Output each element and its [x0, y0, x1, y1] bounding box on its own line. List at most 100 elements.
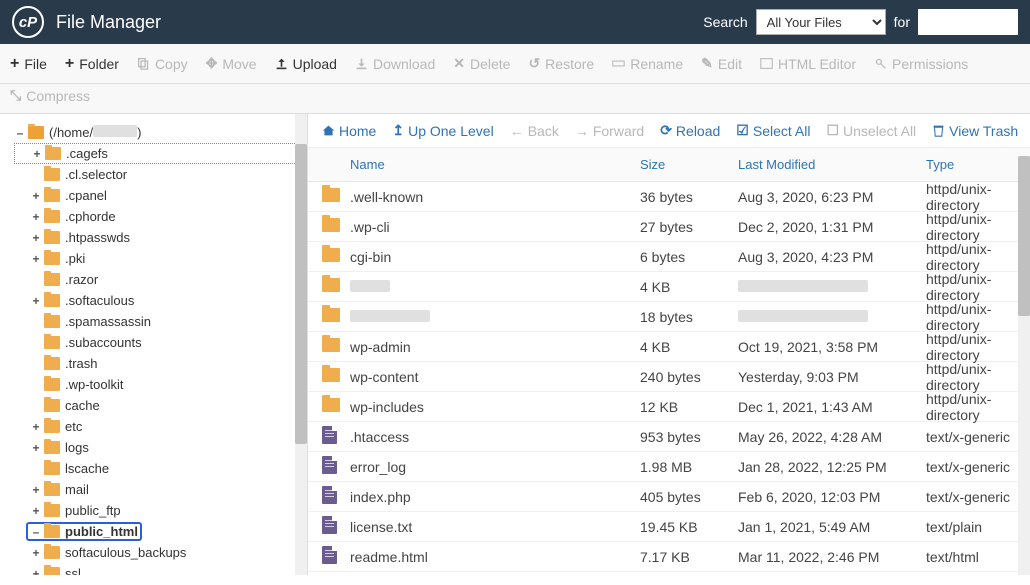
table-row[interactable]: readme.html7.17 KBMar 11, 2022, 2:46 PMt…	[308, 542, 1030, 572]
table-row[interactable]: .well-known36 bytesAug 3, 2020, 6:23 PMh…	[308, 182, 1030, 212]
cell-modified	[738, 309, 926, 325]
unselect-all-button[interactable]: ☐Unselect All	[826, 122, 916, 139]
tree-toggle-icon[interactable]: +	[30, 441, 42, 455]
tree-node-trash[interactable]: .trash	[14, 353, 303, 374]
tree-node-lscache[interactable]: lscache	[14, 458, 303, 479]
cell-size: 7.17 KB	[640, 549, 738, 565]
action-bar: Home ↥Up One Level ←Back →Forward ⟳Reloa…	[308, 114, 1030, 148]
new-file-button[interactable]: +File	[10, 55, 47, 73]
cell-type: httpd/unix-directory	[926, 271, 1030, 303]
tree-node-wptoolkit[interactable]: .wp-toolkit	[14, 374, 303, 395]
table-row[interactable]: wp-activate.php7 KBJan 21, 2021, 7:07 AM…	[308, 572, 1030, 575]
download-button[interactable]: Download	[355, 56, 435, 72]
cell-size: 1.98 MB	[640, 459, 738, 475]
tree-toggle-icon[interactable]: –	[30, 525, 42, 539]
tree-toggle-icon[interactable]: +	[30, 189, 42, 203]
home-button[interactable]: Home	[322, 123, 376, 139]
header-modified[interactable]: Last Modified	[738, 157, 926, 172]
html-editor-button[interactable]: HTML Editor	[760, 56, 856, 72]
tree-node-softaculous[interactable]: +.softaculous	[14, 290, 303, 311]
table-row[interactable]: license.txt19.45 KBJan 1, 2021, 5:49 AMt…	[308, 512, 1030, 542]
tree-node-publicftp[interactable]: +public_ftp	[14, 500, 303, 521]
cell-size: 19.45 KB	[640, 519, 738, 535]
folder-icon	[44, 336, 60, 349]
reload-button[interactable]: ⟳Reload	[660, 122, 720, 139]
restore-button[interactable]: ↺Restore	[528, 55, 594, 72]
tree-toggle-icon[interactable]: +	[30, 483, 42, 497]
tree-label: etc	[65, 419, 82, 434]
copy-button[interactable]: Copy	[137, 56, 188, 72]
tree-node-subaccounts[interactable]: .subaccounts	[14, 332, 303, 353]
tree-toggle-icon[interactable]: +	[30, 420, 42, 434]
tree-toggle-icon[interactable]: +	[30, 231, 42, 245]
search-for-label: for	[894, 14, 910, 30]
header-name[interactable]: Name	[350, 157, 640, 172]
table-row[interactable]: error_log1.98 MBJan 28, 2022, 12:25 PMte…	[308, 452, 1030, 482]
permissions-button[interactable]: Permissions	[874, 56, 968, 72]
cell-name: wp-admin	[350, 339, 640, 355]
table-row[interactable]: 18 byteshttpd/unix-directory	[308, 302, 1030, 332]
table-row[interactable]: wp-includes12 KBDec 1, 2021, 1:43 AMhttp…	[308, 392, 1030, 422]
table-row[interactable]: index.php405 bytesFeb 6, 2020, 12:03 PMt…	[308, 482, 1030, 512]
tree-node-clselector[interactable]: .cl.selector	[14, 164, 303, 185]
tree-node-cagefs[interactable]: + .cagefs	[14, 143, 303, 164]
tree-toggle-icon[interactable]: +	[30, 504, 42, 518]
back-button[interactable]: ←Back	[510, 123, 559, 139]
tree-label: .cagefs	[66, 146, 108, 161]
upload-button[interactable]: Upload	[275, 56, 337, 72]
tree-root[interactable]: – (/home/)	[14, 122, 303, 143]
up-one-level-button[interactable]: ↥Up One Level	[392, 122, 493, 139]
search-input[interactable]	[918, 9, 1018, 35]
table-row[interactable]: .wp-cli27 bytesDec 2, 2020, 1:31 PMhttpd…	[308, 212, 1030, 242]
tree-node-razor[interactable]: .razor	[14, 269, 303, 290]
tree-node-publichtml[interactable]: –public_html	[14, 521, 303, 542]
main-toolbar-row2: ⤡Compress	[0, 84, 1030, 114]
tree-node-cphorde[interactable]: +.cphorde	[14, 206, 303, 227]
folder-icon	[44, 168, 60, 181]
table-row[interactable]: wp-admin4 KBOct 19, 2021, 3:58 PMhttpd/u…	[308, 332, 1030, 362]
compress-button[interactable]: ⤡Compress	[10, 87, 90, 104]
header-size[interactable]: Size	[640, 157, 738, 172]
view-trash-button[interactable]: View Trash	[932, 123, 1018, 139]
file-icon	[322, 546, 337, 564]
tree-toggle-icon[interactable]: +	[30, 294, 42, 308]
tree-node-pki[interactable]: +.pki	[14, 248, 303, 269]
table-row[interactable]: 4 KBhttpd/unix-directory	[308, 272, 1030, 302]
delete-button[interactable]: ✕Delete	[453, 55, 510, 72]
rename-button[interactable]: Rename	[612, 56, 683, 72]
edit-button[interactable]: ✎Edit	[701, 55, 742, 72]
tree-scrollbar[interactable]	[295, 114, 307, 575]
tree-toggle-icon[interactable]: +	[30, 546, 42, 560]
cell-name: cgi-bin	[350, 249, 640, 265]
header-type[interactable]: Type	[926, 157, 1030, 172]
tree-toggle-icon[interactable]: +	[31, 147, 43, 161]
table-row[interactable]: .htaccess953 bytesMay 26, 2022, 4:28 AMt…	[308, 422, 1030, 452]
folder-icon	[28, 126, 44, 139]
file-icon	[322, 516, 337, 534]
main-toolbar: +File +Folder Copy ✥Move Upload Download…	[0, 44, 1030, 84]
tree-node-logs[interactable]: +logs	[14, 437, 303, 458]
filelist-scrollbar[interactable]	[1018, 156, 1030, 575]
forward-button[interactable]: →Forward	[575, 123, 644, 139]
search-scope-select[interactable]: All Your Files	[756, 9, 886, 35]
tree-node-cache[interactable]: cache	[14, 395, 303, 416]
tree-node-ssl[interactable]: +ssl	[14, 563, 303, 575]
tree-node-htpasswds[interactable]: +.htpasswds	[14, 227, 303, 248]
tree-toggle-icon[interactable]: +	[30, 210, 42, 224]
tree-label: mail	[65, 482, 89, 497]
move-button[interactable]: ✥Move	[206, 55, 257, 72]
tree-toggle-icon[interactable]: +	[30, 252, 42, 266]
folder-tree-panel: – (/home/) +.cagefs.cl.selector+.cpanel+…	[0, 114, 308, 575]
cell-size: 12 KB	[640, 399, 738, 415]
tree-node-softaculousbackups[interactable]: +softaculous_backups	[14, 542, 303, 563]
tree-node-spamassassin[interactable]: .spamassassin	[14, 311, 303, 332]
tree-node-etc[interactable]: + etc	[14, 416, 303, 437]
select-all-button[interactable]: ☑Select All	[736, 122, 810, 139]
tree-label: .cl.selector	[65, 167, 127, 182]
table-row[interactable]: wp-content240 bytesYesterday, 9:03 PMhtt…	[308, 362, 1030, 392]
tree-node-cpanel[interactable]: +.cpanel	[14, 185, 303, 206]
new-folder-button[interactable]: +Folder	[65, 55, 119, 73]
tree-node-mail[interactable]: + mail	[14, 479, 303, 500]
tree-toggle-icon[interactable]: +	[30, 567, 42, 576]
table-row[interactable]: cgi-bin6 bytesAug 3, 2020, 4:23 PMhttpd/…	[308, 242, 1030, 272]
